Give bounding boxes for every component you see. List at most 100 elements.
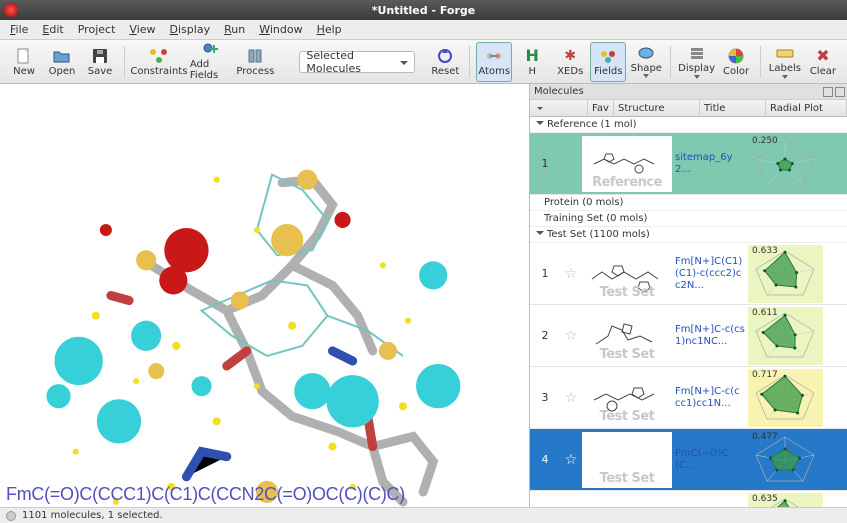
addfields-button[interactable]: Add Fields bbox=[189, 42, 234, 82]
col-fav[interactable]: Fav bbox=[588, 100, 614, 116]
radial-plot: 0.611 bbox=[748, 307, 823, 365]
display-button[interactable]: Display bbox=[677, 42, 716, 82]
table-row[interactable]: 3 ☆ Test Set Fm[N+]C-c(ccc1)cc1N... 0.71… bbox=[530, 367, 847, 429]
structure-thumbnail: Test Set bbox=[582, 308, 672, 364]
structure-thumbnail: Reference bbox=[582, 136, 672, 192]
group-testset[interactable]: Test Set (1100 mols) bbox=[530, 227, 847, 243]
clear-button[interactable]: ✖Clear bbox=[805, 42, 841, 82]
constraints-button[interactable]: Constraints bbox=[131, 42, 187, 82]
status-text: 1101 molecules, 1 selected. bbox=[22, 510, 163, 521]
color-button[interactable]: Color bbox=[718, 42, 754, 82]
panel-close-icon[interactable] bbox=[835, 87, 845, 97]
folder-open-icon bbox=[53, 47, 71, 65]
molecule-render bbox=[0, 84, 529, 507]
radial-plot: 0.477 bbox=[748, 431, 823, 489]
menu-bar: File Edit Project View Display Run Windo… bbox=[0, 20, 847, 40]
group-reference[interactable]: Reference (1 mol) bbox=[530, 117, 847, 133]
row-index: 4 bbox=[530, 453, 560, 466]
radial-plot: 0.635 bbox=[748, 493, 823, 508]
shape-icon bbox=[637, 44, 655, 62]
fav-star-icon[interactable]: ☆ bbox=[560, 328, 582, 344]
row-index: 1 bbox=[530, 267, 560, 280]
menu-file[interactable]: File bbox=[4, 23, 34, 36]
constraints-icon bbox=[150, 47, 168, 65]
menu-run[interactable]: Run bbox=[218, 23, 251, 36]
selection-combo[interactable]: Selected Molecules bbox=[299, 51, 415, 73]
addfields-icon bbox=[202, 42, 220, 58]
toolbar: New Open Save Constraints Add Fields Pro… bbox=[0, 40, 847, 84]
open-button[interactable]: Open bbox=[44, 42, 80, 82]
clear-icon: ✖ bbox=[814, 47, 832, 65]
menu-help[interactable]: Help bbox=[311, 23, 348, 36]
save-button[interactable]: Save bbox=[82, 42, 118, 82]
status-bar: 1101 molecules, 1 selected. bbox=[0, 507, 847, 523]
new-button[interactable]: New bbox=[6, 42, 42, 82]
row-index: 2 bbox=[530, 329, 560, 342]
radial-plot: 0.633 bbox=[748, 245, 823, 303]
col-menu[interactable] bbox=[530, 100, 588, 116]
fav-star-icon[interactable]: ☆ bbox=[560, 390, 582, 406]
xeds-icon: ✱ bbox=[561, 47, 579, 65]
molecule-title[interactable]: Fm[N+]C(C1)(C1)-c(ccc2)cc2N... bbox=[672, 256, 748, 292]
molecules-panel: Molecules Fav Structure Title Radial Plo… bbox=[529, 84, 847, 507]
labels-icon bbox=[776, 44, 794, 62]
fav-star-icon[interactable]: ☆ bbox=[560, 266, 582, 282]
col-structure[interactable]: Structure bbox=[614, 100, 700, 116]
separator bbox=[124, 46, 125, 78]
fields-icon bbox=[599, 47, 617, 65]
structure-thumbnail: Test Set bbox=[582, 432, 672, 488]
chevron-down-icon bbox=[536, 121, 544, 129]
floppy-icon bbox=[91, 47, 109, 65]
h-icon: H bbox=[523, 47, 541, 65]
title-bar: *Untitled - Forge bbox=[0, 0, 847, 20]
row-index: 3 bbox=[530, 391, 560, 404]
col-title[interactable]: Title bbox=[700, 100, 766, 116]
display-icon bbox=[688, 44, 706, 62]
menu-view[interactable]: View bbox=[123, 23, 161, 36]
table-row[interactable]: 1 ☆ Test Set Fm[N+]C(C1)(C1)-c(ccc2)cc2N… bbox=[530, 243, 847, 305]
reset-button[interactable]: Reset bbox=[427, 42, 463, 82]
separator bbox=[469, 46, 470, 78]
fav-star-icon[interactable]: ☆ bbox=[560, 452, 582, 468]
col-radial[interactable]: Radial Plot bbox=[766, 100, 847, 116]
menu-display[interactable]: Display bbox=[164, 23, 217, 36]
window-close-icon[interactable] bbox=[4, 3, 18, 17]
3d-viewer[interactable]: FmC(=O)C(CCC1)C(C1)C(CCN2C(=O)OC(C)(C)C) bbox=[0, 84, 529, 507]
row-index: 1 bbox=[530, 157, 560, 170]
xeds-button[interactable]: ✱XEDs bbox=[552, 42, 588, 82]
radial-plot: 0.717 bbox=[748, 369, 823, 427]
group-training[interactable]: Training Set (0 mols) bbox=[530, 211, 847, 227]
status-icon bbox=[6, 511, 16, 521]
table-row[interactable]: 2 ☆ Test Set Fm[N+]C-c(cs1)nc1NC... 0.61… bbox=[530, 305, 847, 367]
radial-plot: 0.250 bbox=[748, 135, 823, 193]
molecule-title[interactable]: sitemap_6y2... bbox=[672, 152, 748, 176]
h-button[interactable]: HH bbox=[514, 42, 550, 82]
separator bbox=[670, 46, 671, 78]
atoms-button[interactable]: Atoms bbox=[476, 42, 512, 82]
window-title: *Untitled - Forge bbox=[372, 4, 476, 17]
table-row[interactable]: 4 ☆ Test Set FmC(=O)C(C... 0.477 bbox=[530, 429, 847, 491]
molecule-title[interactable]: Fm[N+]C-c(ccc1)cc1N... bbox=[672, 386, 748, 410]
atoms-icon bbox=[485, 47, 503, 65]
shape-button[interactable]: Shape bbox=[628, 42, 664, 82]
menu-window[interactable]: Window bbox=[253, 23, 308, 36]
fields-button[interactable]: Fields bbox=[590, 42, 626, 82]
table-row[interactable]: 1 Reference sitemap_6y2... 0.250 bbox=[530, 133, 847, 195]
labels-button[interactable]: Labels bbox=[767, 42, 803, 82]
color-icon bbox=[727, 47, 745, 65]
molecule-title[interactable]: Fm[N+]C-c(cs1)nc1NC... bbox=[672, 324, 748, 348]
file-icon bbox=[15, 47, 33, 65]
structure-thumbnail: Test Set bbox=[582, 494, 672, 508]
process-button[interactable]: Process bbox=[235, 42, 275, 82]
molecule-list[interactable]: Reference (1 mol) 1 Reference sitemap_6y… bbox=[530, 117, 847, 507]
menu-edit[interactable]: Edit bbox=[36, 23, 69, 36]
structure-thumbnail: Test Set bbox=[582, 246, 672, 302]
panel-dock-icon[interactable] bbox=[823, 87, 833, 97]
reset-icon bbox=[436, 47, 454, 65]
column-headers: Fav Structure Title Radial Plot bbox=[530, 100, 847, 117]
group-protein[interactable]: Protein (0 mols) bbox=[530, 195, 847, 211]
process-icon bbox=[246, 47, 264, 65]
menu-project[interactable]: Project bbox=[72, 23, 122, 36]
molecule-title[interactable]: FmC(=O)C(C... bbox=[672, 448, 748, 472]
table-row[interactable]: 5 ☆ Test Set Fm[N+]C-c(cs1)nc1NC... 0.63… bbox=[530, 491, 847, 507]
